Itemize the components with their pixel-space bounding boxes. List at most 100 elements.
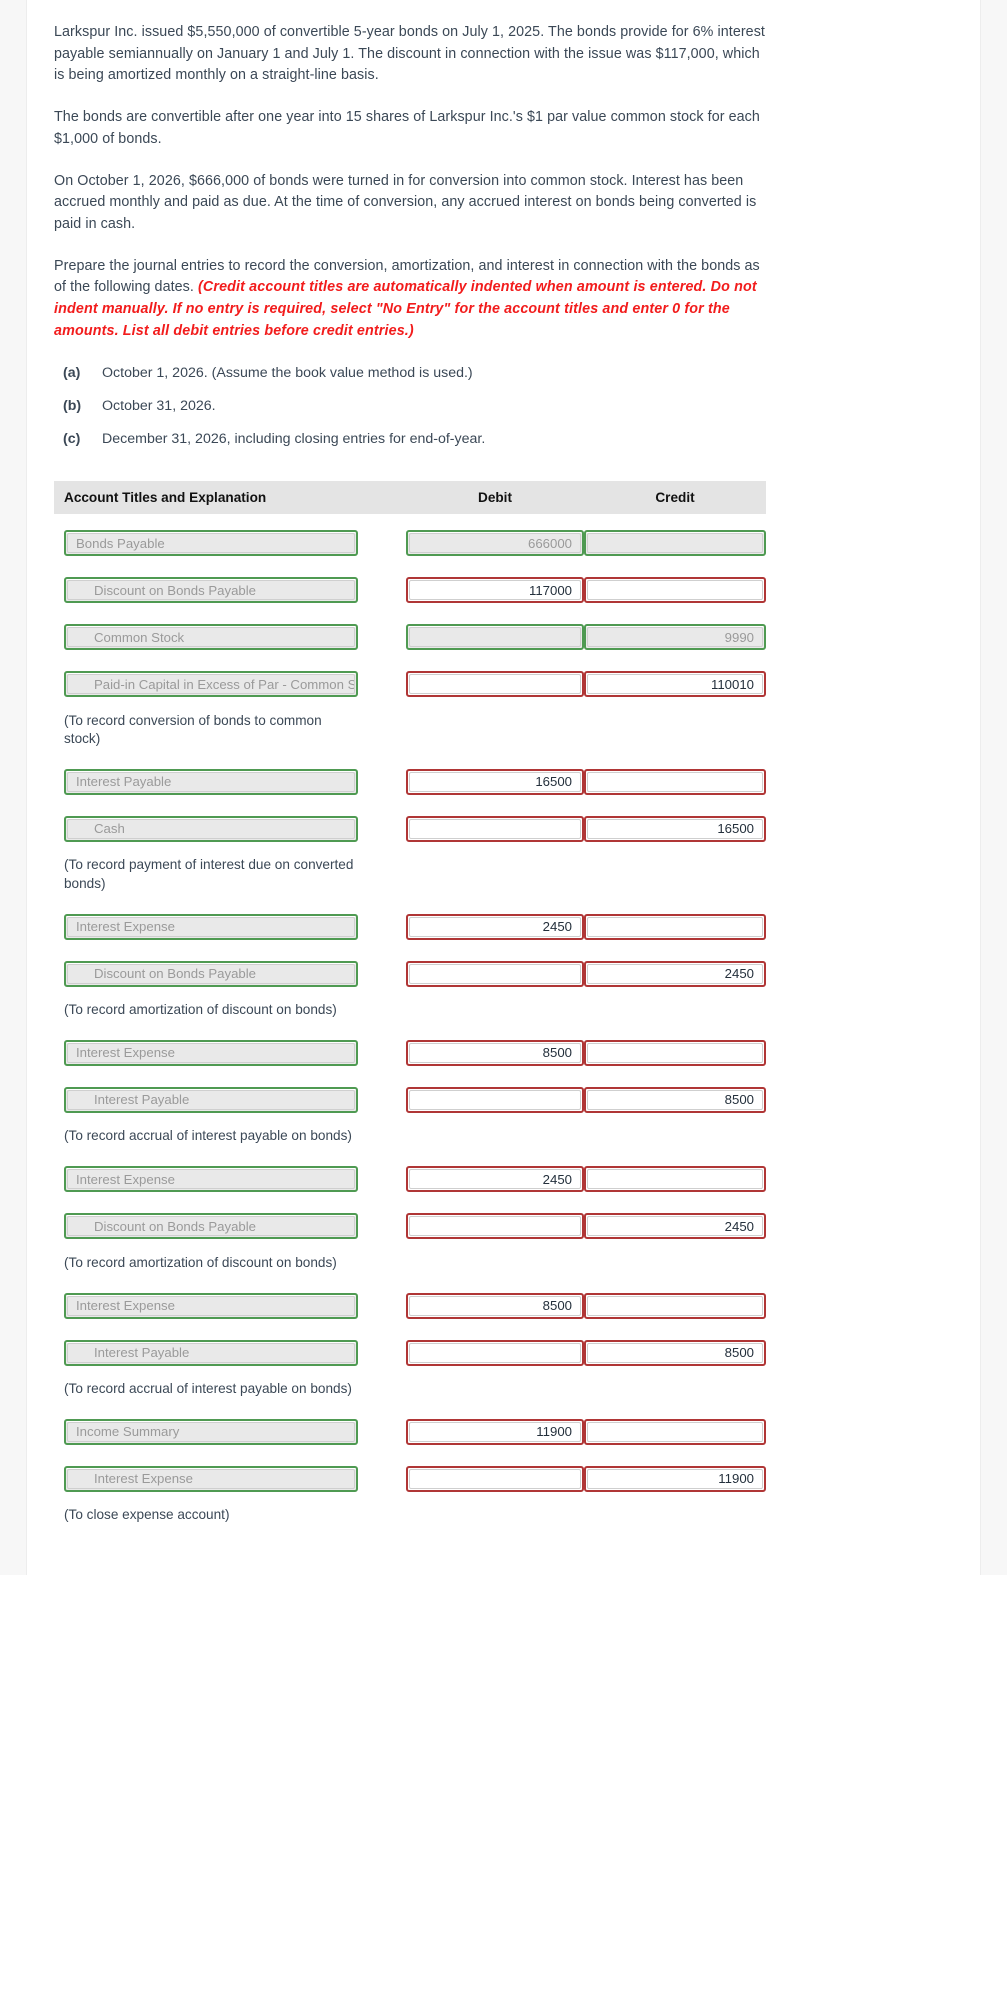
cell-debit: 16500 — [406, 768, 584, 795]
account-title-select[interactable]: Income Summary — [64, 1418, 358, 1445]
credit-amount-input[interactable] — [584, 577, 766, 604]
credit-amount-value: 2450 — [587, 963, 763, 984]
account-title-select[interactable]: Bonds Payable — [64, 530, 358, 557]
debit-amount-input[interactable]: 117000 — [406, 577, 584, 604]
table-row: Discount on Bonds Payable 117000 — [54, 567, 766, 614]
debit-amount-value: 117000 — [409, 580, 581, 601]
account-title-select[interactable]: Discount on Bonds Payable — [64, 1213, 358, 1240]
cell-debit — [406, 1086, 584, 1113]
credit-amount-value: 8500 — [587, 1089, 763, 1110]
cell-credit — [584, 1292, 766, 1319]
debit-amount-input[interactable] — [406, 1465, 584, 1492]
debit-amount-input[interactable]: 16500 — [406, 768, 584, 795]
cell-debit: 2450 — [406, 1166, 584, 1193]
debit-amount-value — [409, 963, 581, 984]
credit-amount-input[interactable]: 8500 — [584, 1339, 766, 1366]
account-title-select[interactable]: Cash — [64, 815, 358, 842]
credit-amount-input[interactable] — [584, 1418, 766, 1445]
credit-amount-input[interactable]: 16500 — [584, 815, 766, 842]
account-title-select[interactable]: Paid-in Capital in Excess of Par - Commo… — [64, 671, 358, 698]
table-row: Cash 16500 — [54, 805, 766, 852]
table-row: Interest Expense 2450 — [54, 903, 766, 950]
cell-credit: 2450 — [584, 960, 766, 987]
list-item: (b) October 31, 2026. — [54, 398, 953, 414]
account-title-value: Interest Payable — [67, 1342, 355, 1363]
debit-amount-value: 16500 — [409, 771, 581, 792]
credit-amount-input[interactable] — [584, 913, 766, 940]
cell-account: Interest Expense — [54, 913, 406, 940]
debit-amount-input[interactable] — [406, 624, 584, 651]
cell-account: Interest Payable — [54, 1086, 406, 1113]
debit-amount-input[interactable] — [406, 1339, 584, 1366]
account-title-value: Interest Payable — [67, 771, 355, 792]
cell-account: Interest Expense — [54, 1166, 406, 1193]
debit-amount-input[interactable] — [406, 815, 584, 842]
account-title-select[interactable]: Interest Expense — [64, 1166, 358, 1193]
account-title-select[interactable]: Discount on Bonds Payable — [64, 577, 358, 604]
credit-amount-value: 11900 — [587, 1468, 763, 1489]
table-row: Common Stock 9990 — [54, 614, 766, 661]
credit-amount-input[interactable]: 110010 — [584, 671, 766, 698]
cell-debit: 11900 — [406, 1418, 584, 1445]
list-item: (a) October 1, 2026. (Assume the book va… — [54, 365, 953, 381]
debit-amount-input[interactable] — [406, 960, 584, 987]
cell-debit: 666000 — [406, 530, 584, 557]
credit-amount-input[interactable] — [584, 1166, 766, 1193]
credit-amount-input[interactable] — [584, 768, 766, 795]
account-title-select[interactable]: Interest Expense — [64, 913, 358, 940]
debit-amount-value: 8500 — [409, 1295, 581, 1316]
account-title-value: Common Stock — [67, 627, 355, 648]
credit-amount-input[interactable]: 2450 — [584, 960, 766, 987]
credit-amount-value — [587, 771, 763, 792]
credit-amount-value: 2450 — [587, 1216, 763, 1237]
debit-amount-value — [409, 1342, 581, 1363]
account-title-select[interactable]: Common Stock — [64, 624, 358, 651]
credit-amount-input[interactable]: 2450 — [584, 1213, 766, 1240]
debit-amount-input[interactable]: 666000 — [406, 530, 584, 557]
credit-amount-input[interactable] — [584, 1292, 766, 1319]
credit-amount-input[interactable] — [584, 1039, 766, 1066]
account-title-select[interactable]: Interest Expense — [64, 1039, 358, 1066]
debit-amount-input[interactable] — [406, 1213, 584, 1240]
credit-amount-value — [587, 916, 763, 937]
journal-table-header: Account Titles and Explanation Debit Cre… — [54, 480, 766, 514]
problem-paragraph-2: The bonds are convertible after one year… — [54, 109, 760, 147]
debit-amount-input[interactable]: 2450 — [406, 913, 584, 940]
account-title-select[interactable]: Interest Payable — [64, 768, 358, 795]
account-title-select[interactable]: Discount on Bonds Payable — [64, 960, 358, 987]
cell-debit: 2450 — [406, 913, 584, 940]
cell-account: Interest Expense — [54, 1039, 406, 1066]
account-title-select[interactable]: Interest Expense — [64, 1292, 358, 1319]
cell-credit: 8500 — [584, 1086, 766, 1113]
credit-amount-input[interactable]: 8500 — [584, 1086, 766, 1113]
credit-amount-input[interactable]: 11900 — [584, 1465, 766, 1492]
credit-amount-input[interactable]: 9990 — [584, 624, 766, 651]
debit-amount-input[interactable]: 11900 — [406, 1418, 584, 1445]
credit-amount-value: 16500 — [587, 818, 763, 839]
journal-entry-note: (To close expense account) — [64, 1507, 230, 1523]
account-title-select[interactable]: Interest Payable — [64, 1339, 358, 1366]
debit-amount-input[interactable]: 8500 — [406, 1292, 584, 1319]
account-title-value: Cash — [67, 818, 355, 839]
journal-entry-note: (To record accrual of interest payable o… — [64, 1128, 352, 1144]
account-title-select[interactable]: Interest Expense — [64, 1465, 358, 1492]
account-title-select[interactable]: Interest Payable — [64, 1086, 358, 1113]
account-title-value: Interest Expense — [67, 1042, 355, 1063]
credit-amount-input[interactable] — [584, 530, 766, 557]
debit-amount-value: 2450 — [409, 1169, 581, 1190]
cell-debit — [406, 1465, 584, 1492]
credit-amount-value — [587, 1169, 763, 1190]
account-title-value: Bonds Payable — [67, 533, 355, 554]
cell-debit — [406, 1213, 584, 1240]
table-row: Bonds Payable 666000 — [54, 520, 766, 567]
debit-amount-input[interactable] — [406, 1086, 584, 1113]
debit-amount-value — [409, 627, 581, 648]
debit-amount-input[interactable]: 8500 — [406, 1039, 584, 1066]
table-row: Discount on Bonds Payable 2450 — [54, 950, 766, 997]
debit-amount-input[interactable]: 2450 — [406, 1166, 584, 1193]
debit-amount-input[interactable] — [406, 671, 584, 698]
page-rail-right — [980, 0, 1007, 1575]
table-row: Interest Payable 16500 — [54, 758, 766, 805]
worksheet-content: Larkspur Inc. issued $5,550,000 of conve… — [28, 0, 979, 1575]
table-row: Interest Expense 8500 — [54, 1282, 766, 1329]
